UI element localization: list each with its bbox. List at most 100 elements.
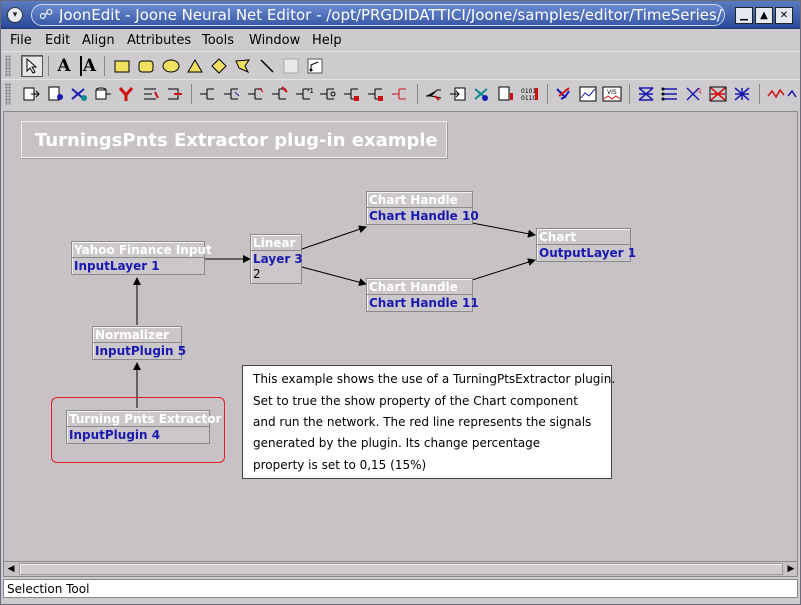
- log-layer-icon[interactable]: [269, 83, 291, 105]
- title-label-box[interactable]: TurningsPnts Extractor plug-in example: [21, 121, 447, 158]
- file-input-icon[interactable]: [45, 83, 67, 105]
- maximize-button[interactable]: ▲: [755, 7, 773, 24]
- context-layer-icon[interactable]: [317, 83, 339, 105]
- node-linear-layer[interactable]: Linear Layer 3 2: [250, 234, 303, 284]
- normalizer-icon[interactable]: [787, 83, 801, 105]
- text-area-tool-icon[interactable]: A: [77, 55, 99, 77]
- menu-file[interactable]: File: [10, 33, 32, 49]
- node-header: Normalizer: [93, 327, 181, 343]
- diamond-tool-icon[interactable]: [208, 55, 230, 77]
- node-name: OutputLayer 1: [539, 246, 637, 260]
- excel-input-icon[interactable]: [140, 83, 162, 105]
- toolbar-grip-2[interactable]: [5, 83, 11, 105]
- close-button[interactable]: ✕: [775, 7, 793, 24]
- node-name: Chart Handle 11: [369, 296, 479, 310]
- scroll-left-arrow-icon[interactable]: ◀: [4, 562, 18, 576]
- title-bar[interactable]: ▾ ☍ JoonEdit - Joone Neural Net Editor -…: [1, 1, 800, 29]
- sine-layer-icon[interactable]: [389, 83, 411, 105]
- text-tool-icon[interactable]: A: [53, 55, 75, 77]
- node-header: Chart Handle: [367, 279, 472, 295]
- canvas-title: TurningsPnts Extractor plug-in example: [35, 130, 438, 151]
- yahoo-input-icon[interactable]: [116, 83, 138, 105]
- node-neuron-count: 2: [253, 267, 261, 281]
- winner-layer-icon[interactable]: [341, 83, 363, 105]
- url-input-icon[interactable]: [68, 83, 90, 105]
- note-line: This example shows the use of a TurningP…: [253, 372, 616, 386]
- linear-layer-icon[interactable]: [197, 83, 219, 105]
- rectangle-tool-icon[interactable]: [111, 55, 133, 77]
- menu-align[interactable]: Align: [82, 33, 115, 49]
- teacher-icon[interactable]: [471, 83, 493, 105]
- menu-tools[interactable]: Tools: [202, 33, 234, 49]
- node-header: Chart Handle: [367, 192, 472, 208]
- tanh-layer-icon[interactable]: [245, 83, 267, 105]
- sigmoid-layer-icon[interactable]: [221, 83, 243, 105]
- joone-app-icon: ☍: [39, 7, 54, 23]
- node-chart-output[interactable]: Chart OutputLayer 1: [536, 228, 636, 262]
- note-line: Set to true the show property of the Cha…: [253, 394, 578, 408]
- window-menu-button[interactable]: ▾: [7, 7, 23, 23]
- node-header: Yahoo Finance Input: [72, 243, 212, 258]
- node-yahoo-finance-input[interactable]: Yahoo Finance Input InputLayer 1: [71, 241, 212, 275]
- input-layer-icon[interactable]: [21, 83, 43, 105]
- link-handle10-chart: [471, 222, 536, 238]
- polygon-tool-icon[interactable]: [232, 55, 254, 77]
- line-tool-icon[interactable]: [256, 55, 278, 77]
- status-bar: Selection Tool: [3, 579, 798, 598]
- triangle-tool-icon[interactable]: [184, 55, 206, 77]
- link-linear-handle10: [301, 225, 367, 250]
- minimize-button[interactable]: ▁: [735, 7, 753, 24]
- sanger-synapse-icon[interactable]: [731, 83, 753, 105]
- menu-help[interactable]: Help: [312, 33, 342, 49]
- memory-input-icon[interactable]: [164, 83, 186, 105]
- monitor-output-icon[interactable]: 0101 0110: [519, 83, 541, 105]
- node-name: InputPlugin 4: [69, 428, 161, 442]
- chart-icon[interactable]: [577, 83, 599, 105]
- blank-tool-icon[interactable]: [280, 55, 302, 77]
- description-note[interactable]: This example shows the use of a TurningP…: [242, 365, 616, 479]
- plugin-icon[interactable]: [765, 83, 787, 105]
- scroll-right-arrow-icon[interactable]: ▶: [784, 562, 798, 576]
- node-chart-handle-11[interactable]: Chart Handle Chart Handle 11: [366, 278, 479, 312]
- menu-edit[interactable]: Edit: [45, 33, 70, 49]
- menu-bar: File Edit Align Attributes Tools Window …: [1, 30, 800, 51]
- svg-text:VIS: VIS: [607, 89, 617, 96]
- db-input-icon[interactable]: [92, 83, 114, 105]
- kohonen-synapse-icon[interactable]: [707, 83, 729, 105]
- editor-canvas[interactable]: TurningsPnts Extractor plug-in example Y…: [3, 111, 798, 562]
- file-output-icon[interactable]: [495, 83, 517, 105]
- horizontal-scrollbar[interactable]: ◀ ▶: [3, 562, 798, 577]
- note-line: generated by the plugin. Its change perc…: [253, 436, 541, 450]
- selection-arrow-icon[interactable]: [21, 55, 43, 77]
- menu-window[interactable]: Window: [249, 33, 300, 49]
- node-name: Layer 3: [253, 252, 303, 266]
- scroll-thumb[interactable]: [19, 563, 783, 575]
- toolbar-grip[interactable]: [5, 55, 11, 77]
- rounded-rectangle-tool-icon[interactable]: [135, 55, 157, 77]
- output-icon[interactable]: [447, 83, 469, 105]
- gauss-layer-icon[interactable]: [365, 83, 387, 105]
- app-window: ▾ ☍ JoonEdit - Joone Neural Net Editor -…: [0, 0, 801, 605]
- node-turning-pnts-extractor[interactable]: Turning Pnts Extractor InputPlugin 4: [66, 410, 221, 444]
- link-handle11-chart: [471, 258, 536, 281]
- full-synapse-icon[interactable]: [635, 83, 657, 105]
- note-line: property is set to 0,15 (15%): [253, 458, 427, 472]
- direct-synapse-icon[interactable]: [659, 83, 681, 105]
- switch-icon[interactable]: [423, 83, 445, 105]
- node-normalizer[interactable]: Normalizer InputPlugin 5: [92, 326, 186, 360]
- drawing-toolbar: A A: [1, 51, 800, 79]
- svg-text:-1: -1: [696, 88, 702, 95]
- delay-synapse-icon[interactable]: -1: [683, 83, 705, 105]
- menu-attributes[interactable]: Attributes: [127, 33, 191, 49]
- node-header: Chart: [537, 229, 630, 245]
- chart-handle-icon[interactable]: [553, 83, 575, 105]
- delay-layer-icon[interactable]: -1: [293, 83, 315, 105]
- node-chart-handle-10[interactable]: Chart Handle Chart Handle 10: [366, 191, 479, 225]
- connection-tool-icon[interactable]: [304, 55, 326, 77]
- node-name: InputLayer 1: [74, 259, 160, 273]
- status-text: Selection Tool: [7, 582, 90, 596]
- vis-icon[interactable]: VIS: [601, 83, 623, 105]
- svg-text:0110: 0110: [521, 95, 536, 102]
- ellipse-tool-icon[interactable]: [160, 55, 182, 77]
- link-linear-handle11: [301, 266, 367, 287]
